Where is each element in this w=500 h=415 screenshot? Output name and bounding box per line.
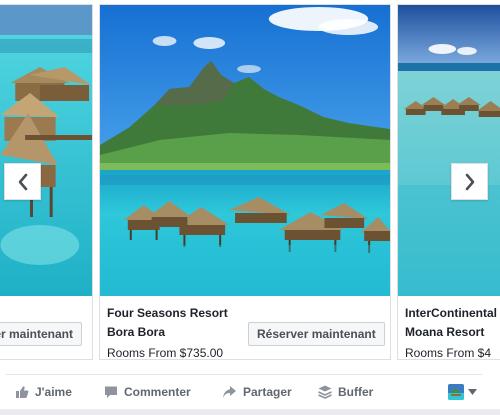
page-selector[interactable]: [448, 375, 477, 409]
chevron-left-icon: [18, 173, 27, 190]
share-arrow-icon: [223, 386, 236, 398]
card-title-line1: Four Seasons Resort: [107, 306, 228, 320]
card-image[interactable]: [0, 5, 92, 296]
carousel-prev-button[interactable]: [4, 163, 41, 200]
caret-down-icon: [468, 389, 477, 395]
buffer-label: Buffer: [338, 385, 374, 399]
card-body: Four Seasons Resort Bora Bora Rooms From…: [100, 296, 390, 360]
card-image[interactable]: [100, 5, 390, 296]
share-label: Partager: [243, 385, 292, 399]
thumbs-up-icon: [16, 386, 29, 398]
comment-label: Commenter: [124, 385, 191, 399]
card-price: Rooms From $735.00: [107, 346, 224, 360]
card-body: Réserver maintenant: [0, 296, 92, 359]
facebook-post: Réserver maintenant: [0, 0, 500, 415]
carousel: Réserver maintenant: [0, 0, 500, 362]
card-image[interactable]: [398, 5, 500, 296]
page-avatar: [448, 384, 464, 400]
like-label: J'aime: [35, 385, 72, 399]
comment-icon: [105, 386, 117, 398]
carousel-card-four-seasons[interactable]: Four Seasons Resort Bora Bora Rooms From…: [99, 4, 391, 360]
carousel-next-button[interactable]: [451, 163, 488, 200]
post-action-bar: J'aime Commenter Partager Buffer: [0, 375, 500, 409]
card-title-line1: InterContinental: [405, 306, 497, 320]
card-price: Rooms From $4: [405, 346, 492, 360]
card-title-line2: Moana Resort: [405, 325, 485, 339]
buffer-button[interactable]: Buffer: [318, 375, 373, 409]
book-now-button[interactable]: Réserver maintenant: [248, 322, 385, 346]
feed-background: [0, 409, 500, 415]
chevron-right-icon: [465, 173, 474, 190]
like-button[interactable]: J'aime: [15, 375, 72, 409]
buffer-stack-icon: [318, 385, 332, 399]
comment-button[interactable]: Commenter: [104, 375, 191, 409]
book-now-button[interactable]: Réserver maintenant: [0, 322, 82, 346]
card-body: InterContinental Moana Resort Rooms From…: [398, 296, 500, 360]
share-button[interactable]: Partager: [222, 375, 292, 409]
